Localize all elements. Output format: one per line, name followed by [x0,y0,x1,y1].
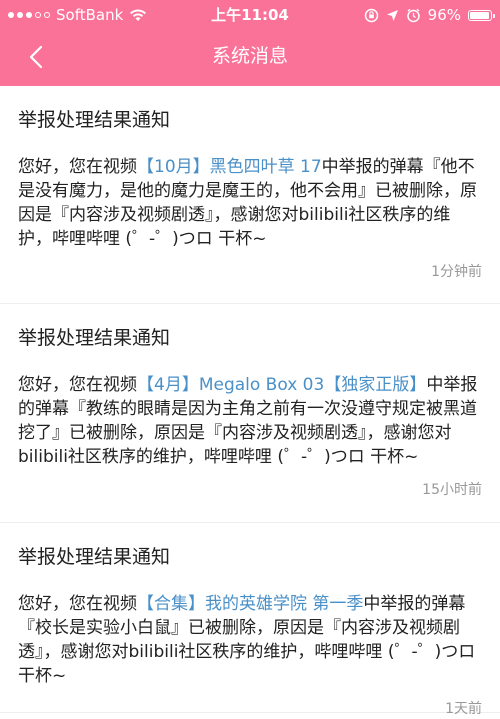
message-title: 举报处理结果通知 [18,109,171,131]
status-bar: SoftBank 上午11:04 96% [0,0,500,30]
message-card[interactable]: 举报处理结果通知 您好，您在视频【4月】Megalo Box 03【独家正版】中… [0,304,500,523]
message-time: 1分钟前 [431,264,482,280]
message-list: 举报处理结果通知 您好，您在视频【10月】黑色四叶草 17中举报的弹幕『他不是没… [0,86,500,717]
header: SoftBank 上午11:04 96% 系统消息 [0,0,500,86]
battery-percent: 96% [427,6,461,24]
message-body: 您好，您在视频【4月】Megalo Box 03【独家正版】中举报的弹幕『教练的… [18,373,482,469]
back-chevron-icon[interactable] [22,42,52,72]
message-prefix: 您好，您在视频 [18,375,137,395]
page-title: 系统消息 [211,45,288,67]
message-time: 15小时前 [422,482,482,498]
message-card[interactable]: 举报处理结果通知 您好，您在视频【10月】黑色四叶草 17中举报的弹幕『他不是没… [0,86,500,304]
video-link[interactable]: 【4月】Megalo Box 03【独家正版】 [137,375,426,395]
rotation-lock-icon [364,8,378,22]
message-card[interactable]: 举报处理结果通知 您好，您在视频【合集】我的英雄学院 第一季中举报的弹幕『校长是… [0,523,500,717]
message-title: 举报处理结果通知 [18,327,171,349]
carrier-name: SoftBank [56,6,124,24]
alarm-icon [406,8,420,22]
video-link[interactable]: 【合集】我的英雄学院 第一季 [137,594,363,614]
battery-fill [470,11,490,19]
message-prefix: 您好，您在视频 [18,594,137,614]
message-time: 1天前 [445,701,482,717]
nav-bar: 系统消息 [0,30,500,86]
status-right: 96% [364,0,495,30]
message-prefix: 您好，您在视频 [18,157,137,177]
location-icon [386,9,398,21]
message-title: 举报处理结果通知 [18,546,171,568]
message-body: 您好，您在视频【合集】我的英雄学院 第一季中举报的弹幕『校长是实验小白鼠』已被删… [18,592,482,688]
battery-icon [468,9,495,21]
video-link[interactable]: 【10月】黑色四叶草 17 [137,157,322,177]
wifi-icon [130,9,147,21]
signal-strength-icon [8,12,50,18]
message-body: 您好，您在视频【10月】黑色四叶草 17中举报的弹幕『他不是没有魔力，是他的魔力… [18,155,482,251]
status-left: SoftBank [8,0,147,30]
